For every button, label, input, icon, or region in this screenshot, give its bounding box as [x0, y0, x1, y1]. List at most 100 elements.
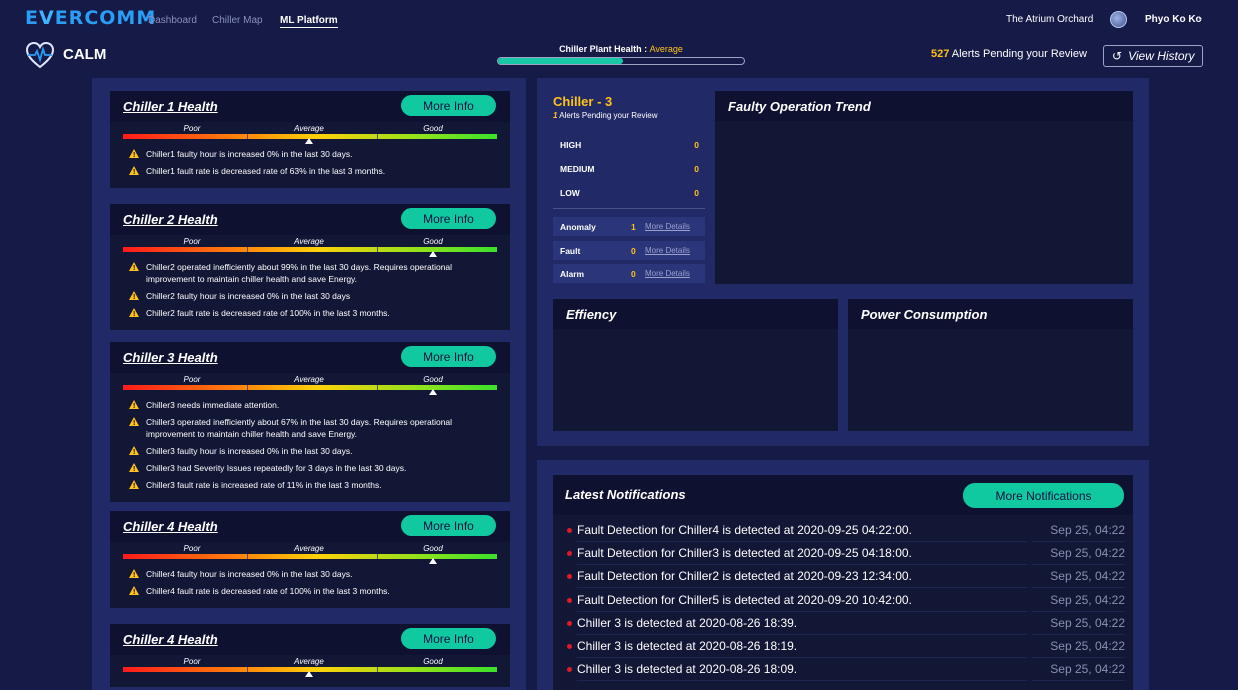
health-message: Chiller1 faulty hour is increased 0% in … — [110, 148, 510, 162]
site-name[interactable]: The Atrium Orchard — [1006, 14, 1093, 25]
alerts-count: 527 — [931, 48, 950, 60]
health-message: Chiller3 had Severity Issues repeatedly … — [110, 462, 510, 476]
notifications-title: Latest Notifications — [565, 487, 686, 502]
notification-text: Fault Detection for Chiller4 is detected… — [577, 523, 912, 537]
scale-label-poor: Poor — [183, 124, 201, 133]
warning-icon — [129, 586, 139, 599]
more-info-button[interactable]: More Info — [401, 95, 496, 116]
health-message: Chiller4 fault rate is decreased rate of… — [110, 585, 510, 599]
alarm-more-details-link[interactable]: More Details — [645, 269, 690, 278]
card-header: Chiller 1 Health More Info — [110, 91, 510, 122]
alert-dot-icon — [567, 574, 572, 580]
scale-label-good: Good — [423, 657, 443, 666]
notification-time: Sep 25, 04:22 — [1050, 569, 1125, 584]
health-message: Chiller2 fault rate is decreased rate of… — [110, 307, 510, 321]
notification-time: Sep 25, 04:22 — [1050, 523, 1125, 537]
notification-item[interactable]: Chiller 3 is detected at 2020-08-26 18:3… — [565, 612, 1125, 635]
notification-text: Chiller 3 is detected at 2020-08-26 18:0… — [577, 662, 798, 677]
more-info-button[interactable]: More Info — [401, 628, 496, 649]
warning-icon — [129, 400, 139, 413]
scale-label-good: Good — [423, 544, 443, 553]
scale-label-good: Good — [423, 124, 443, 133]
scale-divider — [247, 554, 248, 559]
notification-text: Chiller 3 is detected at 2020-08-26 18:3… — [577, 615, 798, 630]
scale-label-poor: Poor — [183, 375, 201, 384]
chart-title: Effiency — [566, 307, 617, 322]
faulty-operation-trend-chart: Faulty Operation Trend — [715, 91, 1133, 284]
more-notifications-button[interactable]: More Notifications — [963, 483, 1124, 508]
anomaly-more-details-link[interactable]: More Details — [645, 222, 690, 231]
notification-text: Fault Detection for Chiller5 is detected… — [577, 592, 912, 607]
notifications-panel: Latest Notifications More Notifications … — [537, 460, 1149, 690]
scale-divider — [247, 247, 248, 252]
fault-more-details-link[interactable]: More Details — [645, 246, 690, 255]
scale-label-average: Average — [294, 375, 324, 384]
warning-icon — [129, 149, 139, 162]
plant-health-bar — [497, 57, 745, 65]
warning-icon — [129, 166, 139, 179]
chiller-health-card: Chiller 4 Health More Info Poor Average Good… — [110, 511, 510, 608]
notification-item[interactable]: Fault Detection for Chiller4 is detected… — [565, 519, 1125, 542]
latest-notifications: Latest Notifications More Notifications … — [553, 475, 1133, 690]
scale-divider — [377, 554, 378, 559]
notification-item[interactable]: Chiller 3 is detected at 2020-08-26 18:0… — [565, 658, 1125, 682]
notification-item[interactable]: Fault Detection for Chiller2 is detected… — [565, 565, 1125, 589]
chevron-down-icon[interactable]: ⌄ — [1197, 13, 1204, 22]
notification-time: Sep 25, 04:22 — [1050, 639, 1125, 653]
chiller-detail-panel: Chiller - 3 1 Alerts Pending your Review… — [537, 78, 1149, 446]
globe-icon[interactable] — [1110, 11, 1127, 28]
chiller-health-card: Chiller 4 Health More Info Poor Average Good — [110, 624, 510, 687]
health-scale: Poor Average Good — [110, 122, 510, 144]
chiller-health-card: Chiller 3 Health More Info Poor Average Good… — [110, 342, 510, 502]
warning-icon — [129, 463, 139, 476]
notifications-header: Latest Notifications More Notifications — [553, 475, 1133, 515]
chiller-health-title[interactable]: Chiller 4 Health — [123, 632, 218, 647]
chart-header: Effiency — [553, 299, 838, 329]
severity-low: LOW 0 — [560, 188, 699, 198]
chiller-health-title[interactable]: Chiller 2 Health — [123, 212, 218, 227]
scale-label-average: Average — [294, 124, 324, 133]
severity-high: HIGH 0 — [560, 140, 699, 150]
chiller-health-title[interactable]: Chiller 4 Health — [123, 519, 218, 534]
notification-item[interactable]: Fault Detection for Chiller3 is detected… — [565, 542, 1125, 566]
chiller-health-title[interactable]: Chiller 3 Health — [123, 350, 218, 365]
row-divider — [1032, 680, 1125, 682]
nav-ml-platform[interactable]: ML Platform — [280, 15, 338, 28]
more-info-button[interactable]: More Info — [401, 208, 496, 229]
warning-icon — [129, 446, 139, 459]
nav-dashboard[interactable]: Dashboard — [148, 15, 197, 26]
warning-icon — [129, 417, 139, 430]
heart-pulse-icon — [25, 41, 55, 69]
health-gradient-bar — [123, 385, 497, 390]
notification-item[interactable]: Chiller 3 is detected at 2020-08-26 18:1… — [565, 635, 1125, 658]
warning-icon — [129, 569, 139, 582]
app-name: CALM — [63, 46, 107, 63]
chart-title: Power Consumption — [861, 307, 988, 322]
category-alarm: Alarm 0 More Details — [553, 264, 705, 283]
alerts-pending[interactable]: 527 Alerts Pending your Review — [931, 48, 1087, 60]
user-name[interactable]: Phyo Ko Ko — [1145, 14, 1202, 25]
evercomm-logo[interactable]: EVERCOMM — [25, 7, 156, 29]
scale-label-poor: Poor — [183, 544, 201, 553]
row-divider — [577, 680, 1027, 682]
card-header: Chiller 4 Health More Info — [110, 511, 510, 542]
chiller-health-card: Chiller 1 Health More Info Poor Average Good… — [110, 91, 510, 188]
health-message: Chiller1 fault rate is decreased rate of… — [110, 165, 510, 179]
chiller-health-panel[interactable]: Chiller 1 Health More Info Poor Average Good… — [92, 78, 526, 690]
chiller-health-title[interactable]: Chiller 1 Health — [123, 99, 218, 114]
health-messages: Chiller3 needs immediate attention. Chill… — [110, 395, 510, 502]
health-message: Chiller4 faulty hour is increased 0% in … — [110, 568, 510, 582]
health-message: Chiller3 faulty hour is increased 0% in … — [110, 445, 510, 459]
more-info-button[interactable]: More Info — [401, 515, 496, 536]
notification-text: Fault Detection for Chiller3 is detected… — [577, 546, 912, 561]
view-history-button[interactable]: ↺ View History — [1103, 45, 1203, 67]
warning-icon — [129, 308, 139, 321]
chart-title: Faulty Operation Trend — [728, 99, 871, 114]
health-message: Chiller3 operated inefficiently about 67… — [110, 416, 510, 440]
chiller-summary-title: Chiller - 3 — [553, 94, 613, 109]
efficiency-chart: Effiency — [553, 299, 838, 431]
more-info-button[interactable]: More Info — [401, 346, 496, 367]
nav-chiller-map[interactable]: Chiller Map — [212, 15, 263, 26]
scale-label-average: Average — [294, 544, 324, 553]
notification-item[interactable]: Fault Detection for Chiller5 is detected… — [565, 589, 1125, 612]
